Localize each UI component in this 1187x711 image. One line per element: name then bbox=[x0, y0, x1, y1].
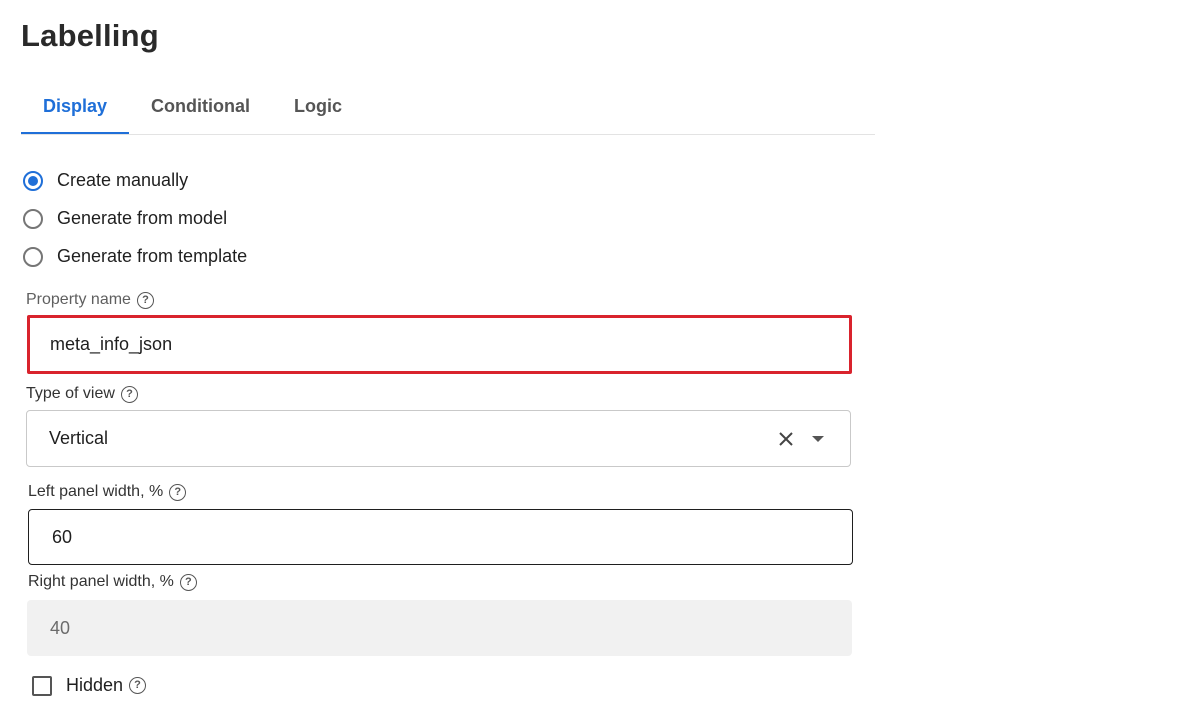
radio-generate-from-model[interactable]: Generate from model bbox=[23, 208, 227, 229]
caret-down-icon[interactable] bbox=[812, 435, 824, 442]
radio-button-checked[interactable] bbox=[23, 170, 43, 191]
help-circle-icon[interactable]: ? bbox=[179, 573, 197, 591]
left-panel-width-input[interactable]: 60 bbox=[28, 509, 853, 565]
radio-button[interactable] bbox=[23, 208, 43, 229]
right-panel-width-value: 40 bbox=[50, 617, 71, 638]
radio-label: Create manually bbox=[57, 170, 189, 190]
right-panel-width-label: Right panel width, % ? bbox=[28, 573, 197, 591]
type-of-view-select[interactable]: Vertical bbox=[26, 410, 851, 467]
property-name-label-text: Property name bbox=[26, 291, 131, 308]
help-circle-icon[interactable]: ? bbox=[120, 385, 138, 403]
hidden-checkbox-row[interactable]: Hidden ? bbox=[32, 675, 147, 696]
hidden-checkbox-label: Hidden bbox=[66, 675, 124, 695]
left-panel-width-label: Left panel width, % ? bbox=[28, 483, 187, 501]
right-panel-width-input: 40 bbox=[27, 600, 852, 656]
tab-bar: Display Conditional Logic bbox=[21, 84, 875, 135]
help-circle-icon[interactable]: ? bbox=[169, 483, 187, 501]
tab-logic[interactable]: Logic bbox=[272, 84, 364, 134]
type-of-view-label-text: Type of view bbox=[26, 385, 115, 402]
radio-create-manually[interactable]: Create manually bbox=[23, 170, 188, 191]
help-circle-icon[interactable]: ? bbox=[136, 291, 154, 309]
tab-display[interactable]: Display bbox=[21, 84, 130, 134]
right-panel-width-label-text: Right panel width, % bbox=[28, 573, 174, 590]
type-of-view-label: Type of view ? bbox=[26, 385, 138, 403]
help-circle-icon[interactable]: ? bbox=[129, 677, 147, 694]
select-actions bbox=[778, 411, 824, 466]
left-panel-width-value: 60 bbox=[52, 526, 73, 547]
close-icon[interactable] bbox=[778, 431, 794, 447]
type-of-view-value: Vertical bbox=[49, 428, 109, 448]
radio-button[interactable] bbox=[23, 246, 43, 267]
property-name-input[interactable]: meta_info_json bbox=[27, 315, 852, 374]
left-panel-width-label-text: Left panel width, % bbox=[28, 483, 164, 500]
page-title: Labelling bbox=[21, 18, 159, 53]
property-name-value: meta_info_json bbox=[50, 334, 173, 354]
radio-label: Generate from template bbox=[57, 246, 248, 266]
hidden-checkbox[interactable] bbox=[32, 675, 52, 696]
radio-label: Generate from model bbox=[57, 208, 228, 228]
tab-conditional[interactable]: Conditional bbox=[129, 84, 272, 134]
property-name-label: Property name ? bbox=[26, 291, 154, 309]
radio-generate-from-template[interactable]: Generate from template bbox=[23, 246, 247, 267]
